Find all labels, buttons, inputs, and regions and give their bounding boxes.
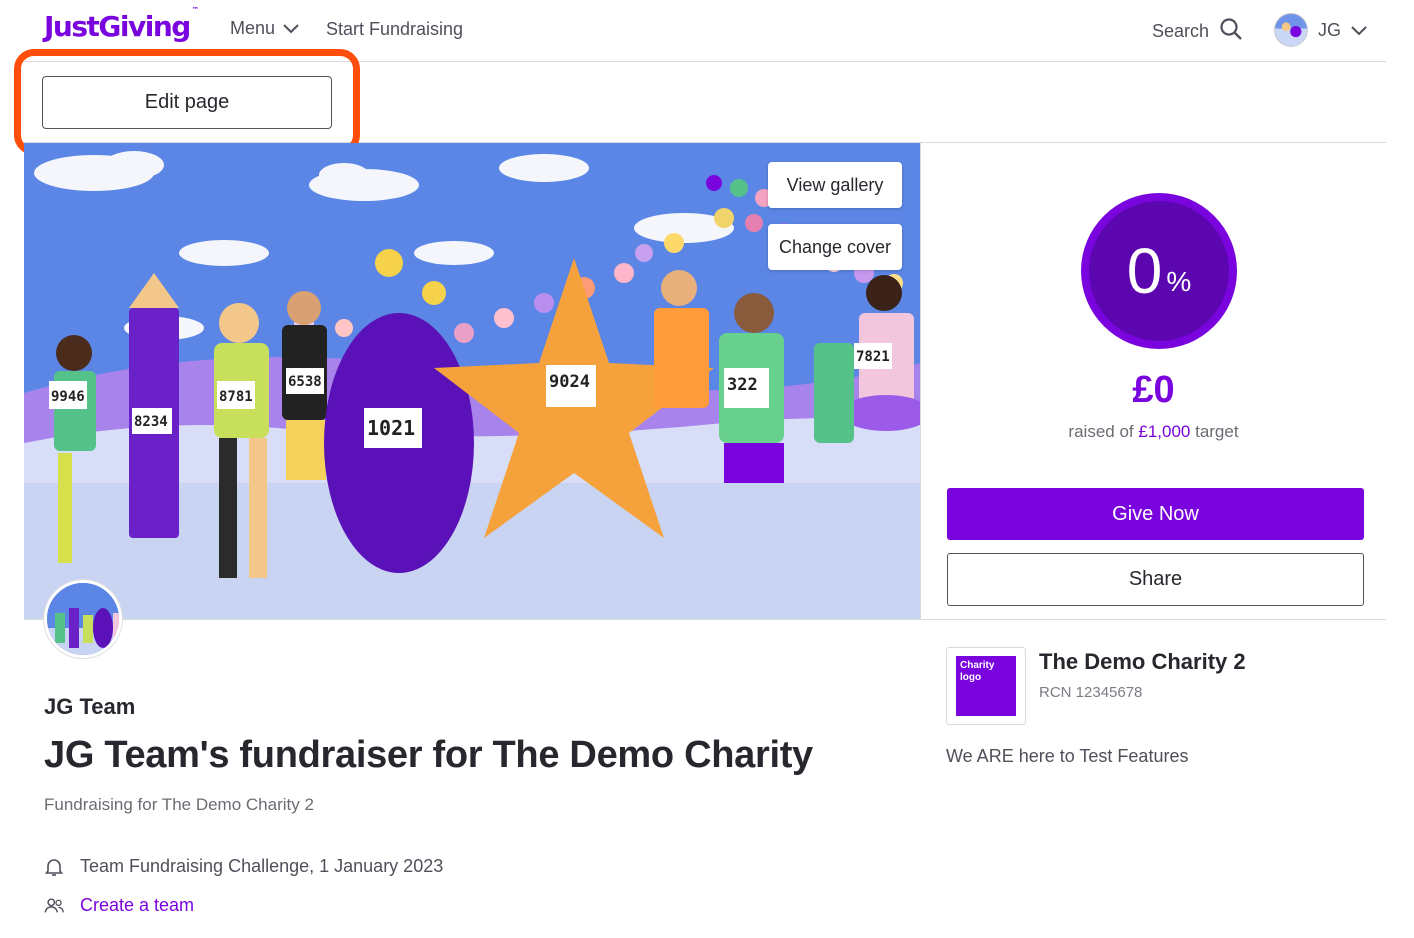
chevron-down-icon: [283, 18, 299, 39]
search-label: Search: [1152, 21, 1210, 41]
bib-number: 8781: [219, 389, 253, 405]
progress-ring-inner: 0 %: [1089, 201, 1229, 341]
progress-percent-sign: %: [1166, 266, 1192, 297]
logo-text: JustGiving: [44, 10, 191, 43]
charity-logo: Charity logo: [956, 656, 1016, 716]
cover-image: 9946 8234 8781 6538 1021 9024 322 7821 V…: [24, 143, 921, 620]
charity-rcn: RCN 12345678: [1039, 684, 1143, 701]
bib-number: 322: [727, 375, 758, 395]
menu-label: Menu: [230, 18, 276, 38]
search-icon: [1219, 17, 1243, 46]
bell-icon: [44, 857, 64, 877]
justgiving-logo[interactable]: JustGiving™: [44, 6, 199, 43]
team-avatar: [44, 580, 122, 658]
avatar: [1274, 13, 1308, 47]
event-info: Team Fundraising Challenge, 1 January 20…: [44, 856, 443, 877]
search-button[interactable]: Search: [1152, 17, 1243, 46]
share-button[interactable]: Share: [947, 553, 1364, 606]
start-fundraising-link[interactable]: Start Fundraising: [326, 19, 463, 40]
chevron-down-icon: [1351, 20, 1367, 41]
bib-number: 9024: [549, 372, 590, 392]
charity-logo-frame[interactable]: Charity logo: [946, 647, 1026, 725]
charity-description: We ARE here to Test Features: [946, 746, 1189, 766]
charity-name[interactable]: The Demo Charity 2: [1039, 649, 1246, 675]
target-prefix: raised of: [1068, 422, 1134, 441]
menu-button[interactable]: Menu: [230, 18, 299, 39]
page-title: JG Team's fundraiser for The Demo Charit…: [44, 734, 813, 776]
team-avatar-illustration: [47, 583, 119, 655]
team-name: JG Team: [44, 694, 136, 719]
change-cover-button[interactable]: Change cover: [768, 224, 902, 270]
amount-raised: £0: [1132, 369, 1175, 411]
bib-number: 1021: [367, 416, 415, 440]
bib-number: 6538: [288, 374, 322, 390]
page-subtitle: Fundraising for The Demo Charity 2: [44, 795, 314, 814]
bib-number: 9946: [51, 389, 85, 405]
target-text: raised of £1,000 target: [921, 422, 1386, 442]
cover-illustration: 9946 8234 8781 6538 1021 9024 322 7821: [24, 143, 920, 619]
logo-trademark: ™: [191, 5, 199, 14]
progress-percent: 0: [1126, 235, 1163, 307]
create-team-link[interactable]: Create a team: [44, 895, 194, 916]
donation-panel: 0 % £0 raised of £1,000 target Give Now …: [921, 143, 1386, 620]
edit-page-button[interactable]: Edit page: [42, 76, 332, 129]
give-now-button[interactable]: Give Now: [947, 488, 1364, 540]
create-team-label: Create a team: [80, 895, 195, 915]
account-initials: JG: [1318, 19, 1342, 40]
view-gallery-button[interactable]: View gallery: [768, 162, 902, 208]
bib-number: 7821: [856, 349, 890, 365]
target-amount: £1,000: [1138, 422, 1191, 441]
progress-ring: 0 %: [1081, 193, 1237, 349]
bib-number: 8234: [134, 414, 168, 430]
account-menu[interactable]: JG: [1274, 13, 1367, 47]
target-suffix: target: [1195, 422, 1239, 441]
people-icon: [44, 896, 64, 916]
event-text: Team Fundraising Challenge, 1 January 20…: [80, 856, 444, 876]
